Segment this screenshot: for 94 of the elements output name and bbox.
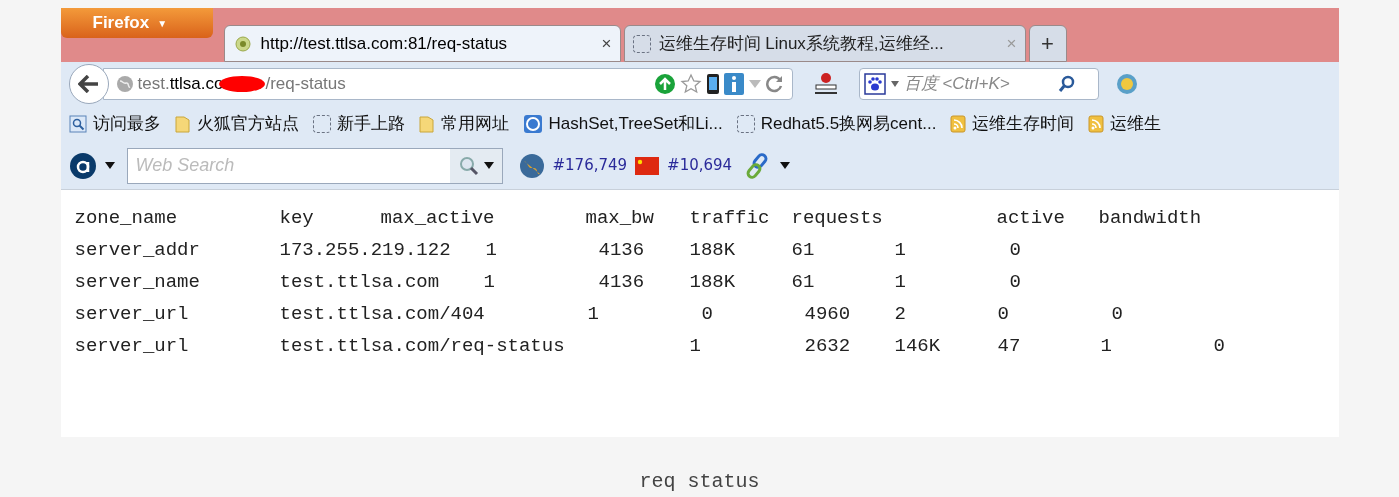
back-arrow-icon	[77, 75, 100, 93]
site-icon	[232, 33, 253, 54]
upload-icon[interactable]	[653, 73, 676, 95]
output-text: test.ttlsa.com/404	[279, 302, 485, 325]
country-rank: #10,694	[667, 155, 733, 177]
output-text: test.ttlsa.com/req-status	[279, 334, 565, 357]
output-text: 1	[1100, 334, 1112, 357]
web-search-field[interactable]: Web Search	[126, 147, 503, 184]
bookmark-item[interactable]: 运维生存时间	[950, 111, 1083, 137]
output-text: 4136	[598, 270, 645, 293]
url-text: /req-status	[265, 73, 346, 96]
output-text: 2632	[804, 334, 851, 357]
output-text: 1	[689, 334, 701, 357]
search-input[interactable]: 百度 <Ctrl+K>	[903, 71, 1054, 97]
output-text: server_url	[74, 302, 189, 325]
output-text: 47	[997, 334, 1021, 357]
folder-icon	[418, 115, 435, 133]
output-text: 0	[1009, 238, 1021, 261]
output-text: 2	[894, 302, 906, 325]
bookmark-item[interactable]: 新手上路	[312, 111, 413, 137]
history-icon	[68, 115, 87, 133]
reload-icon[interactable]	[765, 75, 784, 93]
bookmark-item[interactable]: 访问最多	[68, 111, 169, 137]
web-search-input[interactable]: Web Search	[127, 152, 450, 179]
bookmark-item[interactable]: 运维生	[1088, 111, 1170, 137]
phone-icon[interactable]	[705, 73, 720, 95]
output-text: test.ttlsa.com	[279, 270, 440, 293]
output-text: 0	[701, 302, 713, 325]
output-text: 1	[894, 238, 906, 261]
output-heading-text: traffic	[689, 206, 770, 229]
page-icon	[632, 34, 651, 53]
search-icon	[1057, 75, 1076, 93]
output-heading-text: requests	[791, 206, 883, 229]
dropdown-icon[interactable]	[104, 161, 115, 170]
output-heading-text: max_active	[380, 206, 495, 229]
output-heading-text: key	[279, 206, 314, 229]
info-icon[interactable]	[723, 73, 744, 95]
image-caption: req status	[639, 469, 760, 495]
output-text: 1	[587, 302, 599, 325]
address-bar[interactable]: test.ttlsa.co /req-status	[102, 68, 793, 100]
output-text: 61	[791, 270, 815, 293]
output-text: 0	[1111, 302, 1123, 325]
global-rank: #176,749	[552, 155, 628, 177]
output-heading-text: active	[996, 206, 1065, 229]
bookmark-item[interactable]: 火狐官方站点	[174, 111, 307, 137]
search-field[interactable]: 百度 <Ctrl+K>	[858, 68, 1099, 100]
stamp-icon[interactable]	[812, 72, 839, 96]
output-text: 0	[1213, 334, 1225, 357]
output-heading-text: bandwidth	[1098, 206, 1202, 229]
output-text: 146K	[894, 334, 941, 357]
dropdown-icon[interactable]	[780, 161, 791, 170]
output-heading-text: zone_name	[74, 206, 178, 229]
url-text: test.ttlsa.co	[137, 73, 224, 96]
feed-icon	[1088, 115, 1105, 133]
bookmark-item[interactable]: 常用网址	[418, 111, 517, 137]
bookmark-item[interactable]: Redhat5.5换网易cent...	[736, 111, 945, 137]
paw-icon	[863, 73, 886, 95]
folder-icon	[174, 115, 191, 133]
browser-tab[interactable]: 运维生存时间 Linux系统教程,运维经... ×	[623, 25, 1026, 62]
output-text: server_url	[74, 334, 189, 357]
output-text: server_addr	[74, 238, 200, 261]
output-text: 1	[483, 270, 495, 293]
flag-icon	[635, 156, 660, 175]
output-text: 188K	[689, 270, 736, 293]
output-text: 173.255.219.122	[279, 238, 451, 261]
dropdown-icon	[483, 161, 494, 170]
page-icon	[312, 115, 331, 133]
page-icon	[736, 115, 755, 133]
badge-icon[interactable]	[1114, 72, 1139, 96]
globe-icon	[115, 75, 134, 93]
output-text: 188K	[689, 238, 736, 261]
tab-title: 运维生存时间 Linux系统教程,运维经...	[658, 32, 945, 55]
app-icon	[522, 114, 543, 134]
new-tab-button[interactable]: +	[1028, 25, 1067, 62]
close-tab-button[interactable]: ×	[601, 30, 612, 57]
output-heading-text: max_bw	[585, 206, 654, 229]
output-text: 4136	[598, 238, 645, 261]
star-icon[interactable]	[679, 73, 702, 95]
back-button[interactable]	[68, 64, 109, 104]
output-text: 0	[997, 302, 1009, 325]
output-text: server_name	[74, 270, 200, 293]
globe-icon	[518, 152, 545, 179]
output-text: 1	[894, 270, 906, 293]
bookmark-item[interactable]: HashSet,TreeSet和Li...	[522, 111, 731, 137]
alexa-logo-icon[interactable]	[68, 151, 97, 180]
output-text: 4960	[804, 302, 851, 325]
output-text: 1	[485, 238, 497, 261]
output-text: 61	[791, 238, 815, 261]
tab-title: http://test.ttlsa.com:81/req-status	[260, 32, 509, 55]
dropdown-icon	[889, 80, 900, 88]
browser-tab[interactable]: http://test.ttlsa.com:81/req-status ×	[223, 25, 621, 62]
output-text: 0	[1009, 270, 1021, 293]
search-icon	[457, 154, 480, 177]
feed-icon	[950, 115, 967, 133]
